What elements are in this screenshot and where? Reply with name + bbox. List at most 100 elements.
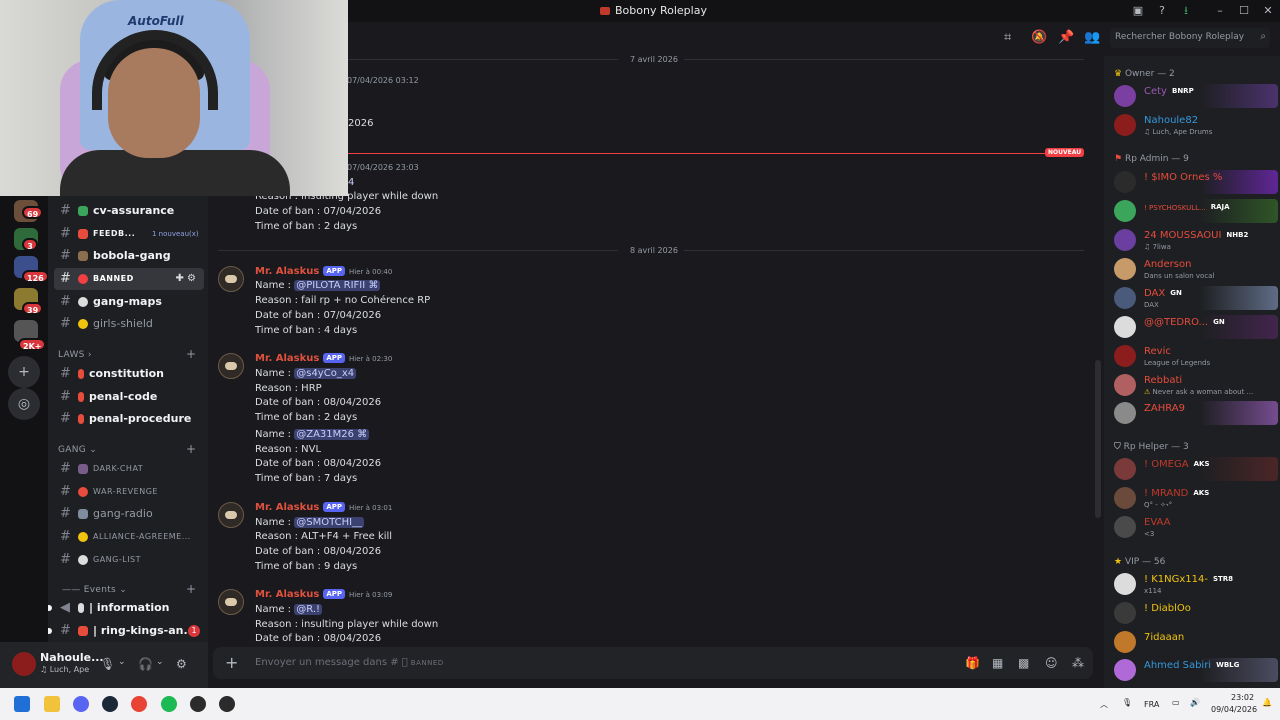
add-channel-icon[interactable]: + [186, 442, 196, 456]
attach-plus-icon[interactable]: + [225, 653, 238, 672]
member-item[interactable]: Nahoule82 ♫ Luch, Ape Drums [1104, 111, 1280, 139]
volume-icon[interactable]: 🔊 [1190, 698, 1200, 707]
inbox-icon[interactable]: ▣ [1130, 3, 1146, 19]
avatar[interactable] [218, 266, 244, 292]
maximize-icon[interactable]: ☐ [1236, 3, 1252, 19]
message-line: Reason : fail rp + no Cohérence RP [255, 295, 431, 306]
notifications-icon[interactable]: 🔔 [1262, 698, 1272, 707]
user-mention[interactable]: @s4yCo_x4 [294, 368, 357, 379]
avatar[interactable] [218, 589, 244, 615]
user-mention[interactable]: @R.! [294, 604, 323, 615]
windows-start-icon[interactable] [14, 696, 30, 712]
member-item[interactable]: ! OMEGA AKS [1104, 455, 1280, 483]
member-item[interactable]: Cety BNRP [1104, 82, 1280, 110]
emoji-icon[interactable]: ☺ [1045, 656, 1058, 670]
member-item[interactable]: EVAA <3 [1104, 513, 1280, 541]
channel-girls-shield[interactable]: # girls-shield [54, 313, 204, 335]
discover-icon[interactable]: ◎ [8, 388, 40, 420]
members-icon[interactable]: 👥 [1084, 30, 1100, 45]
message-composer[interactable]: + Envoyer un message dans # ⃠BANNED 🎁 ▦ … [213, 647, 1093, 679]
microphone-tray-icon[interactable]: 🎙 [1122, 698, 1132, 707]
message-author[interactable]: Mr. Alaskus APP Hier à 00:40 [255, 266, 392, 277]
sticker-icon[interactable]: ▩ [1018, 656, 1029, 670]
channel-ring-kings[interactable]: # | ring-kings-an... 1 [48, 620, 204, 642]
member-item[interactable]: @@TEDRO... GN [1104, 313, 1280, 341]
user-mention[interactable]: @PILOTA RIFII ⌘ [294, 280, 381, 291]
category-laws[interactable]: LAWS › [58, 350, 92, 360]
microphone-icon[interactable]: 🎙 [100, 657, 115, 671]
message-author[interactable]: Mr. Alaskus APP Hier à 03:09 [255, 589, 392, 600]
avatar[interactable] [12, 652, 36, 676]
composer-placeholder[interactable]: Envoyer un message dans # ⃠BANNED [255, 657, 444, 668]
file-explorer-icon[interactable] [44, 696, 60, 712]
network-icon[interactable]: ▭ [1172, 698, 1180, 707]
discord-icon[interactable] [73, 696, 89, 712]
member-item[interactable]: ! $IMO Ornes % [1104, 168, 1280, 196]
language-indicator[interactable]: FRA [1144, 700, 1159, 709]
invite-settings-icons[interactable]: ✚ ⚙ [175, 268, 196, 290]
gear-icon[interactable]: ⚙ [176, 657, 187, 671]
add-channel-icon[interactable]: + [186, 347, 196, 361]
search-input[interactable]: Rechercher Bobony Roleplay ⌕ [1110, 28, 1270, 48]
chat-scrollbar[interactable] [1095, 360, 1101, 518]
category-events[interactable]: —— Events ⌄ [62, 585, 127, 595]
chevron-down-icon[interactable]: ⌄ [156, 657, 164, 667]
channel-cv-assurance[interactable]: # cv-assurance [54, 200, 204, 222]
channel-feedback[interactable]: # FEEDB... 1 nouveau(x) [54, 223, 204, 245]
avatar[interactable] [218, 353, 244, 379]
member-item[interactable]: Ahmed Sabiri WBLG [1104, 656, 1280, 684]
message-author[interactable]: Mr. Alaskus APP Hier à 02:30 [255, 353, 392, 364]
channel-dark-chat[interactable]: # DARK-CHAT [54, 458, 204, 480]
member-item[interactable]: Revic League of Legends [1104, 342, 1280, 370]
message-time: Hier à 03:01 [349, 504, 393, 512]
download-icon[interactable]: ⭳ [1178, 3, 1194, 19]
help-icon[interactable]: ? [1154, 3, 1170, 19]
channel-banned[interactable]: # BANNED ✚ ⚙ [54, 268, 204, 290]
app-icon[interactable] [190, 696, 206, 712]
minimize-icon[interactable]: – [1212, 3, 1228, 19]
channel-bobola-gang[interactable]: # bobola-gang [54, 245, 204, 267]
member-item[interactable]: ! K1NGx114- STR8 x114 [1104, 570, 1280, 598]
member-item[interactable]: 24 MOUSSAOUI NHB2 ♫ 7liwa [1104, 226, 1280, 254]
member-item[interactable]: ! PSYCHOSKULL... RAJA [1104, 197, 1280, 225]
apps-icon[interactable]: ⁂ [1072, 656, 1084, 670]
user-mention[interactable]: @ZA31M26 ⌘ [294, 429, 370, 440]
pin-icon[interactable]: 📌 [1058, 30, 1074, 45]
message-author[interactable]: Mr. Alaskus APP Hier à 03:01 [255, 502, 392, 513]
channel-penal-procedure[interactable]: # penal-procedure [54, 408, 204, 430]
media-icon[interactable] [219, 696, 235, 712]
clock-date[interactable]: 09/04/2026 [1211, 705, 1257, 714]
gift-icon[interactable]: 🎁 [965, 656, 980, 670]
channel-gang-radio[interactable]: # gang-radio [54, 503, 204, 525]
member-item[interactable]: ! DiablOo [1104, 599, 1280, 627]
close-icon[interactable]: ✕ [1260, 3, 1276, 19]
member-item[interactable]: ZAHRA9 [1104, 399, 1280, 427]
member-item[interactable]: ! MRAND AKS Q° - ✧˖° [1104, 484, 1280, 512]
add-server-icon[interactable]: + [8, 356, 40, 388]
chevron-down-icon[interactable]: ⌄ [118, 657, 126, 667]
add-channel-icon[interactable]: + [186, 582, 196, 596]
tray-chevron-icon[interactable]: ︿ [1100, 699, 1108, 710]
chrome-icon[interactable] [131, 696, 147, 712]
spotify-icon[interactable] [161, 696, 177, 712]
headphones-icon[interactable]: 🎧 [138, 657, 153, 671]
clock-time[interactable]: 23:02 [1231, 693, 1254, 702]
threads-icon[interactable]: ⌗ [1004, 30, 1011, 45]
channel-war-revenge[interactable]: # WAR-REVENGE [54, 481, 204, 503]
channel-gang-list[interactable]: # GANG-LIST [54, 549, 204, 571]
channel-information[interactable]: ◀ | information [48, 597, 204, 619]
member-item[interactable]: DAX GN DAX [1104, 284, 1280, 312]
channel-constitution[interactable]: # constitution [54, 363, 204, 385]
channel-gang-maps[interactable]: # gang-maps [54, 291, 204, 313]
member-item[interactable]: Anderson Dans un salon vocal [1104, 255, 1280, 283]
category-gang[interactable]: GANG ⌄ [58, 445, 97, 455]
channel-alliance-agreement[interactable]: # ALLIANCE-AGREEME... [54, 526, 204, 548]
steam-icon[interactable] [102, 696, 118, 712]
member-item[interactable]: 7idaaan [1104, 628, 1280, 656]
mute-icon[interactable]: 🔕 [1031, 30, 1047, 45]
user-mention[interactable]: @SMOTCHI__ [294, 517, 365, 528]
member-item[interactable]: Rebbati ⚠ Never ask a woman about ... [1104, 371, 1280, 399]
channel-penal-code[interactable]: # penal-code [54, 386, 204, 408]
avatar[interactable] [218, 502, 244, 528]
gif-icon[interactable]: ▦ [992, 656, 1003, 670]
